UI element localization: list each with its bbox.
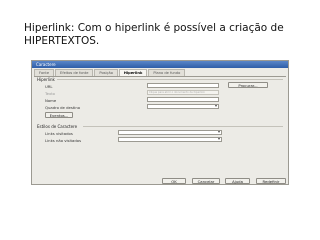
char-styles-group-title: Estilos de Caractere (37, 124, 78, 129)
dialog-title: Caractere (32, 61, 288, 68)
name-label: Nome (45, 98, 57, 103)
tab-posicao[interactable]: Posição (94, 69, 118, 76)
tab-hiperlink[interactable]: Hiperlink (118, 69, 148, 76)
url-label: URL (45, 84, 53, 89)
frame-label: Quadro de destino (45, 105, 81, 110)
hyperlink-panel: Hiperlink URL Procurar... Texto Clique p… (35, 77, 285, 173)
text-input[interactable]: Clique para abrir o documento de hiperli… (147, 90, 219, 95)
name-input[interactable] (147, 97, 219, 102)
text-label: Texto (45, 91, 56, 96)
url-input[interactable] (147, 83, 219, 88)
tab-fonte[interactable]: Fonte (34, 69, 55, 76)
visited-links-select[interactable] (118, 129, 222, 135)
events-button[interactable]: Eventos... (45, 112, 73, 118)
frame-select[interactable] (147, 103, 219, 109)
visited-links-label: Links visitados (45, 131, 73, 136)
browse-button[interactable]: Procurar... (228, 82, 268, 88)
ok-button[interactable]: OK (162, 178, 186, 184)
reset-button[interactable]: Redefinir (256, 178, 286, 184)
dialog-tabs: Fonte Efeitos de fonte Posição Hiperlink… (34, 69, 286, 77)
slide-heading: Hiperlink: Com o hiperlink é possível a … (24, 22, 284, 47)
group-divider (83, 126, 283, 127)
unvisited-links-label: Links não visitados (45, 138, 82, 143)
group-divider (57, 79, 283, 80)
help-button[interactable]: Ajuda (225, 178, 250, 184)
tab-plano-de-fundo[interactable]: Plano de fundo (148, 69, 186, 76)
unvisited-links-select[interactable] (118, 136, 222, 142)
hyperlink-group-title: Hiperlink (37, 77, 55, 82)
character-dialog: Caractere Fonte Efeitos de fonte Posição… (31, 60, 289, 185)
tab-efeitos-de-fonte[interactable]: Efeitos de fonte (55, 69, 94, 76)
cancel-button[interactable]: Cancelar (192, 178, 220, 184)
